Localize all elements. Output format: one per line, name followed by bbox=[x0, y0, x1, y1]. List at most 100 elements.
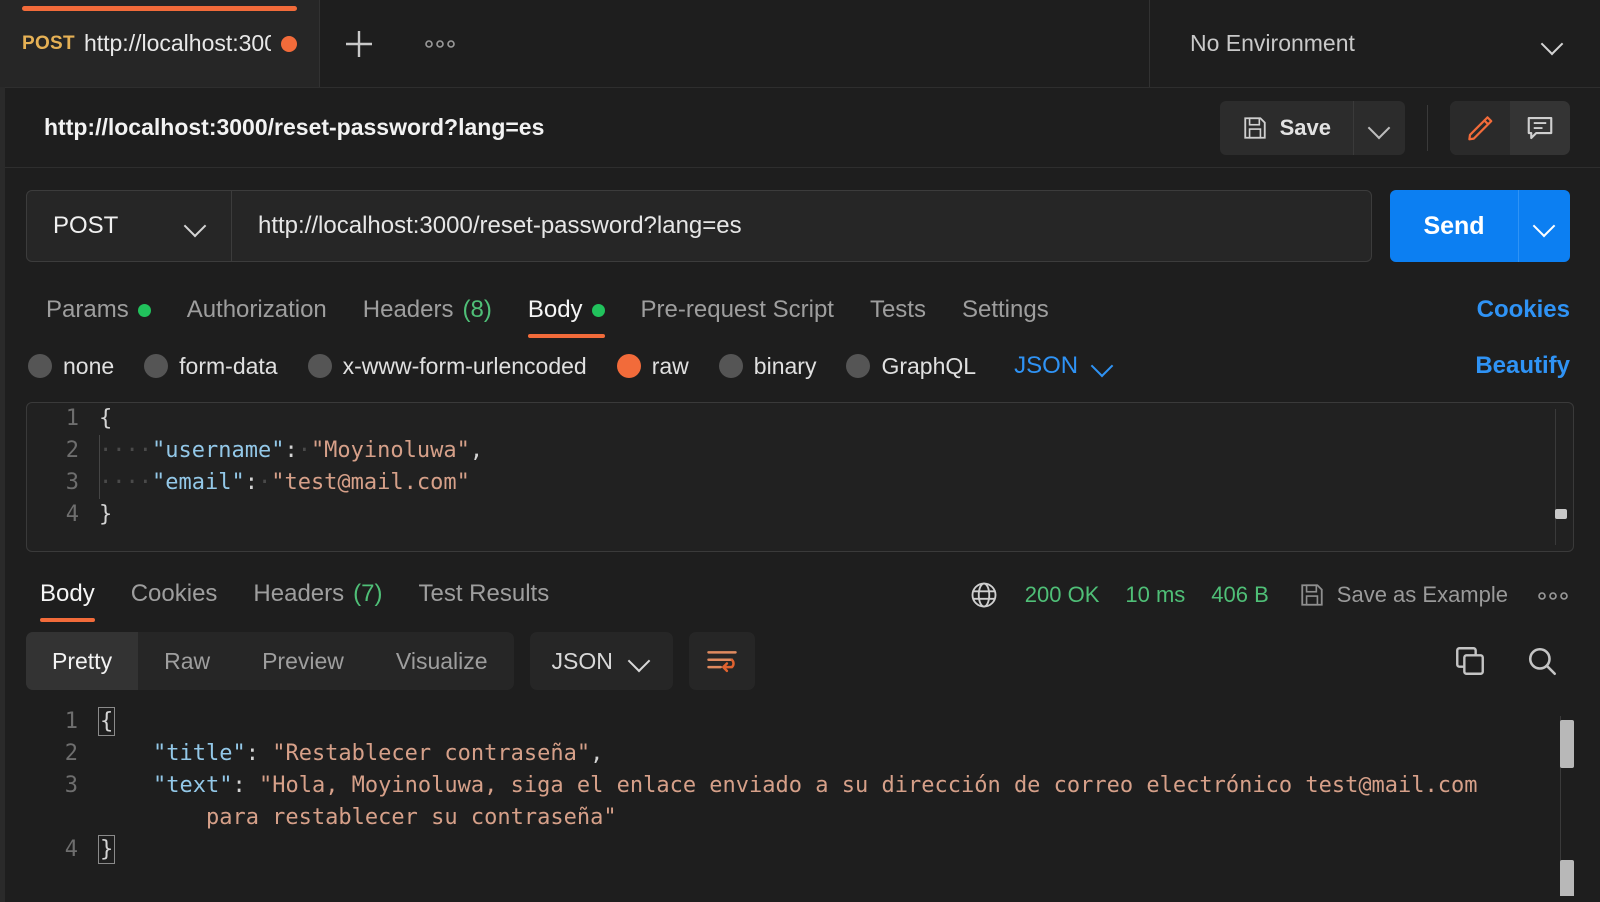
response-tab-headers[interactable]: Headers (7) bbox=[235, 580, 400, 622]
floppy-disk-icon bbox=[1299, 582, 1325, 608]
tab-authorization[interactable]: Authorization bbox=[169, 296, 345, 338]
save-as-example-label: Save as Example bbox=[1337, 582, 1508, 608]
response-tab-test-results[interactable]: Test Results bbox=[400, 580, 567, 622]
code-token: , bbox=[470, 438, 483, 463]
new-tab-button[interactable] bbox=[320, 0, 398, 87]
response-view-visualize[interactable]: Visualize bbox=[370, 632, 514, 690]
response-view-segmented: Pretty Raw Preview Visualize bbox=[26, 632, 514, 690]
cookies-link[interactable]: Cookies bbox=[1477, 296, 1570, 338]
save-options-button[interactable] bbox=[1353, 101, 1405, 155]
response-time: 10 ms bbox=[1125, 582, 1185, 608]
code-token: , bbox=[590, 741, 603, 766]
tab-params[interactable]: Params bbox=[28, 296, 169, 338]
tab-name-label: http://localhost:3000/ bbox=[84, 30, 271, 57]
response-section-tabs: Body Cookies Headers (7) Test Results 20… bbox=[0, 566, 1600, 622]
search-icon bbox=[1525, 644, 1559, 678]
line-number: 3 bbox=[0, 770, 100, 802]
body-type-urlencoded[interactable]: x-www-form-urlencoded bbox=[308, 353, 587, 380]
tab-headers[interactable]: Headers (8) bbox=[345, 296, 510, 338]
send-button-group: Send bbox=[1390, 190, 1570, 262]
tab-pre-request-script[interactable]: Pre-request Script bbox=[623, 296, 852, 338]
code-token: "email" bbox=[152, 470, 245, 495]
code-token: · bbox=[298, 438, 311, 463]
beautify-button[interactable]: Beautify bbox=[1475, 352, 1570, 380]
body-type-graphql[interactable]: GraphQL bbox=[846, 353, 976, 380]
pencil-icon bbox=[1465, 113, 1495, 143]
body-type-label: none bbox=[63, 353, 114, 380]
tab-options-button[interactable] bbox=[398, 0, 482, 87]
response-body-scrollbar-thumb-lower[interactable] bbox=[1560, 860, 1574, 896]
code-token: "Hola, Moyinoluwa, siga el enlace enviad… bbox=[259, 773, 1478, 798]
code-token: { bbox=[100, 709, 113, 734]
request-tab-active[interactable]: POST http://localhost:3000/ bbox=[0, 0, 320, 87]
chevron-down-icon bbox=[629, 650, 651, 672]
line-number: 1 bbox=[0, 706, 100, 738]
code-token: : bbox=[284, 438, 297, 463]
ellipsis-icon bbox=[1536, 590, 1570, 602]
response-more-button[interactable] bbox=[1536, 581, 1570, 609]
response-view-pretty[interactable]: Pretty bbox=[26, 632, 138, 690]
body-type-row: none form-data x-www-form-urlencoded raw… bbox=[0, 338, 1600, 394]
comment-icon bbox=[1525, 113, 1555, 143]
request-body-scrollbar[interactable] bbox=[1555, 409, 1567, 545]
radio-icon bbox=[308, 354, 332, 378]
response-format-value: JSON bbox=[552, 648, 613, 675]
code-line-text: } bbox=[100, 834, 113, 866]
response-tab-cookies[interactable]: Cookies bbox=[113, 580, 236, 622]
tab-label: Test Results bbox=[418, 580, 549, 608]
response-format-select[interactable]: JSON bbox=[530, 632, 673, 690]
save-as-example-button[interactable]: Save as Example bbox=[1299, 582, 1508, 608]
ellipsis-icon bbox=[423, 38, 457, 50]
tab-active-indicator bbox=[22, 6, 297, 11]
response-body-scrollbar-thumb[interactable] bbox=[1560, 720, 1574, 768]
request-body-code: 1{2····"username":·"Moyinoluwa",3····"em… bbox=[27, 403, 1573, 531]
body-type-none[interactable]: none bbox=[28, 353, 114, 380]
radio-icon bbox=[28, 354, 52, 378]
tab-body[interactable]: Body bbox=[510, 296, 623, 338]
search-button[interactable] bbox=[1514, 633, 1570, 689]
code-line: para restablecer su contraseña" bbox=[0, 802, 1600, 834]
body-type-label: binary bbox=[754, 353, 817, 380]
comment-button[interactable] bbox=[1510, 101, 1570, 155]
code-line-text: para restablecer su contraseña" bbox=[100, 802, 617, 834]
environment-selector[interactable]: No Environment bbox=[1150, 0, 1600, 87]
url-input[interactable]: http://localhost:3000/reset-password?lan… bbox=[232, 191, 1371, 261]
tab-settings[interactable]: Settings bbox=[944, 296, 1067, 338]
body-type-form-data[interactable]: form-data bbox=[144, 353, 277, 380]
tab-label: Params bbox=[46, 296, 129, 324]
response-body-viewer[interactable]: 1{2 "title": "Restablecer contraseña",3 … bbox=[0, 706, 1600, 896]
edit-mode-button[interactable] bbox=[1450, 101, 1510, 155]
word-wrap-button[interactable] bbox=[689, 632, 755, 690]
response-view-preview[interactable]: Preview bbox=[236, 632, 370, 690]
body-type-binary[interactable]: binary bbox=[719, 353, 817, 380]
body-format-select[interactable]: JSON bbox=[1014, 352, 1114, 380]
request-body-scrollbar-thumb[interactable] bbox=[1555, 509, 1567, 519]
send-button[interactable]: Send bbox=[1390, 190, 1518, 262]
code-token: ···· bbox=[99, 438, 152, 463]
response-tab-body[interactable]: Body bbox=[22, 580, 113, 622]
code-line-text: "text": "Hola, Moyinoluwa, siga el enlac… bbox=[100, 770, 1478, 802]
save-button[interactable]: Save bbox=[1220, 101, 1353, 155]
modified-dot-icon bbox=[138, 304, 151, 317]
method-url-bar: POST http://localhost:3000/reset-passwor… bbox=[26, 190, 1372, 262]
tab-label: Tests bbox=[870, 296, 926, 324]
tab-tests[interactable]: Tests bbox=[852, 296, 944, 338]
http-method-select[interactable]: POST bbox=[27, 191, 232, 261]
request-body-editor[interactable]: 1{2····"username":·"Moyinoluwa",3····"em… bbox=[26, 402, 1574, 552]
send-options-button[interactable] bbox=[1518, 190, 1570, 262]
copy-icon bbox=[1453, 644, 1487, 678]
body-type-raw[interactable]: raw bbox=[617, 353, 689, 380]
response-view-raw[interactable]: Raw bbox=[138, 632, 236, 690]
code-token: { bbox=[99, 406, 112, 431]
request-header-row: http://localhost:3000/reset-password?lan… bbox=[0, 88, 1600, 168]
code-token: } bbox=[100, 837, 113, 862]
code-token: "username" bbox=[152, 438, 284, 463]
http-method-value: POST bbox=[53, 212, 118, 240]
unsaved-dot-icon bbox=[281, 36, 297, 52]
response-view-toolbar: Pretty Raw Preview Visualize JSON bbox=[0, 622, 1600, 700]
copy-button[interactable] bbox=[1442, 633, 1498, 689]
tab-count: (8) bbox=[463, 296, 492, 324]
radio-icon bbox=[719, 354, 743, 378]
line-number: 4 bbox=[27, 499, 99, 531]
body-type-label: x-www-form-urlencoded bbox=[343, 353, 587, 380]
